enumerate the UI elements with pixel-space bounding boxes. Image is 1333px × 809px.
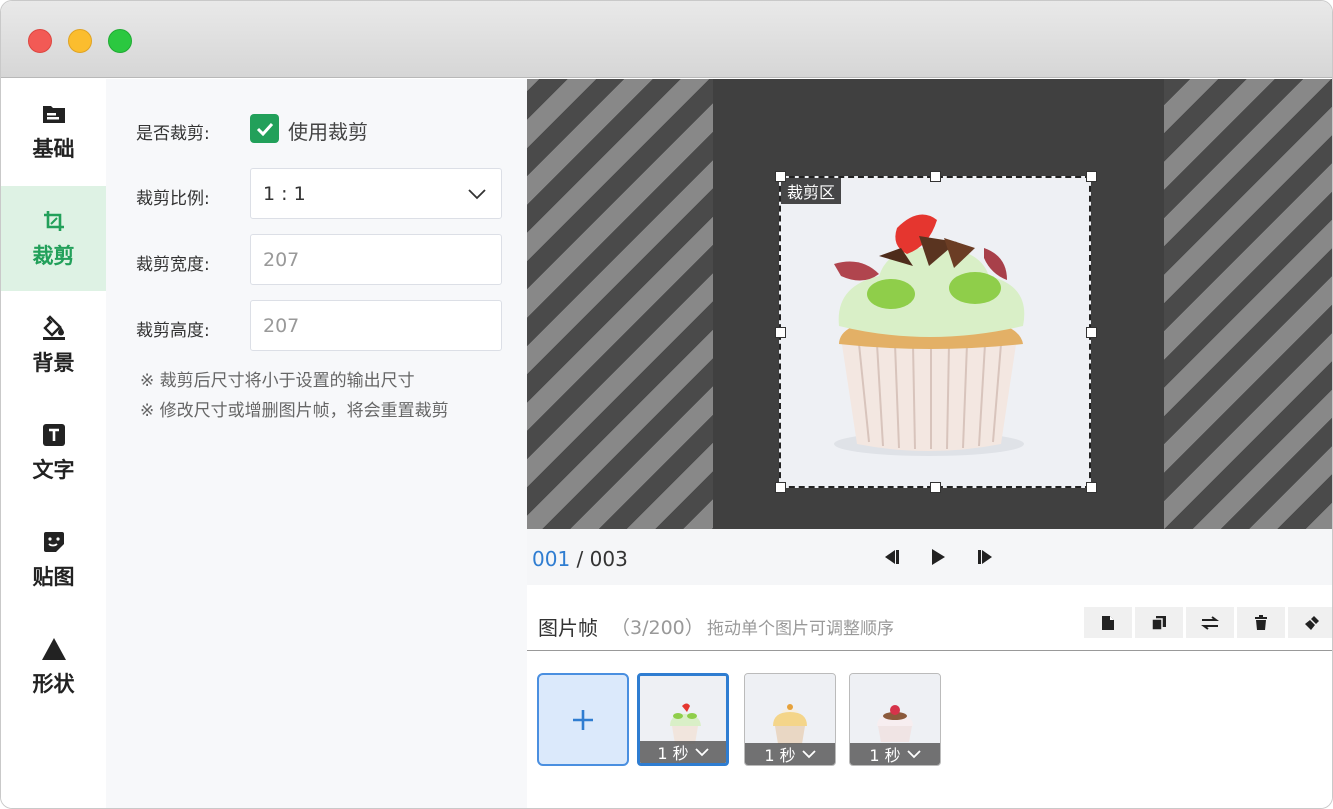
paint-bucket-icon: [41, 314, 67, 341]
sidebar-item-label: 基础: [32, 136, 75, 161]
frame-duration-value: 1 秒: [764, 746, 796, 765]
sidebar-item-label: 背景: [32, 350, 75, 375]
chevron-down-icon: [907, 749, 921, 758]
chevron-down-icon: [802, 749, 816, 758]
crop-handle-bottom[interactable]: [930, 482, 941, 493]
sidebar: 基础 裁剪 背景 文字 贴图 形状: [1, 79, 106, 808]
sidebar-item-label: 文字: [32, 457, 75, 482]
check-icon: [256, 122, 273, 136]
title-bar: [1, 1, 1332, 78]
app-window: 基础 裁剪 背景 文字 贴图 形状 是否裁剪: 使用裁剪 裁剪比例: 1: 1…: [0, 0, 1333, 809]
crop-settings-panel: 是否裁剪: 使用裁剪 裁剪比例: 1 : 1 裁剪宽度: 207 裁剪高度: 2…: [106, 79, 527, 808]
frame-counter: 001 / 003: [532, 547, 628, 571]
crop-toggle-label: 是否裁剪:: [136, 124, 210, 144]
duplicate-frame-button[interactable]: [1135, 607, 1183, 638]
crop-icon: [41, 208, 67, 234]
frame-duration-select[interactable]: 1 秒: [745, 743, 835, 765]
delete-frame-button[interactable]: [1237, 607, 1285, 638]
crop-handle-bottom-left[interactable]: [775, 482, 786, 493]
maximize-window-button[interactable]: [108, 29, 132, 53]
crop-handle-top-left[interactable]: [775, 171, 786, 182]
crop-height-value: 207: [263, 314, 300, 337]
sidebar-item-background[interactable]: 背景: [1, 293, 106, 398]
crop-note-1: ※ 裁剪后尺寸将小于设置的输出尺寸: [140, 371, 415, 391]
swap-frames-button[interactable]: [1186, 607, 1234, 638]
frame-thumbnail[interactable]: 1 秒: [744, 673, 836, 766]
swap-icon: [1201, 615, 1219, 630]
use-crop-checkbox[interactable]: [250, 114, 279, 143]
copy-icon: [1151, 615, 1166, 631]
frame-duration-value: 1 秒: [657, 744, 689, 763]
crop-handle-bottom-right[interactable]: [1086, 482, 1097, 493]
crop-handle-left[interactable]: [775, 327, 786, 338]
frame-duration-select[interactable]: 1 秒: [640, 741, 726, 763]
triangle-icon: [41, 636, 67, 662]
crop-width-input[interactable]: 207: [250, 234, 502, 285]
crop-height-label: 裁剪高度:: [136, 321, 210, 341]
crop-handle-top-right[interactable]: [1086, 171, 1097, 182]
next-frame-button[interactable]: [974, 545, 998, 569]
sidebar-item-label: 裁剪: [32, 243, 75, 268]
crop-note-2: ※ 修改尺寸或增删图片帧，将会重置裁剪: [140, 401, 449, 421]
trash-icon: [1255, 614, 1267, 630]
frame-thumbnail[interactable]: 1 秒: [637, 673, 729, 766]
previous-frame-button[interactable]: [879, 545, 903, 569]
close-window-button[interactable]: [28, 29, 52, 53]
playback-controls: 001 / 003: [527, 529, 1332, 585]
crop-frame[interactable]: [779, 176, 1091, 488]
folder-icon: [41, 101, 67, 127]
sidebar-item-sticker[interactable]: 贴图: [1, 507, 106, 612]
use-crop-label: 使用裁剪: [288, 120, 368, 144]
chevron-down-icon: [468, 188, 486, 199]
crop-area-label: 裁剪区: [781, 178, 842, 204]
frames-count: （3/200）: [611, 617, 704, 639]
current-frame: 001: [532, 547, 571, 571]
crop-handle-top[interactable]: [930, 171, 941, 182]
step-back-icon: [885, 550, 899, 564]
sidebar-item-basic[interactable]: 基础: [1, 79, 106, 184]
frames-title: 图片帧: [538, 616, 598, 640]
frame-thumbnail[interactable]: 1 秒: [849, 673, 941, 766]
new-frame-button[interactable]: [1084, 607, 1132, 638]
sidebar-item-label: 形状: [32, 671, 75, 696]
file-icon: [1102, 615, 1114, 630]
crop-handle-right[interactable]: [1086, 327, 1097, 338]
clear-frames-button[interactable]: [1288, 607, 1332, 638]
crop-ratio-value: 1 : 1: [263, 182, 306, 205]
frames-hint: 拖动单个图片可调整顺序: [707, 619, 894, 639]
text-icon: [41, 422, 67, 448]
play-icon: [932, 549, 945, 565]
plus-icon: [573, 709, 593, 730]
broom-icon: [1305, 615, 1319, 630]
chevron-down-icon: [695, 747, 709, 756]
crop-ratio-select[interactable]: 1 : 1: [250, 168, 502, 219]
crop-width-value: 207: [263, 248, 300, 271]
frame-separator: /: [570, 547, 590, 571]
frame-duration-select[interactable]: 1 秒: [850, 743, 940, 765]
sidebar-item-text[interactable]: 文字: [1, 400, 106, 505]
sticker-icon: [41, 529, 67, 555]
frames-divider: [527, 650, 1332, 651]
frame-duration-value: 1 秒: [869, 746, 901, 765]
frames-panel: 图片帧 （3/200） 拖动单个图片可调整顺序 1 秒 1 秒 1 秒: [527, 585, 1332, 808]
step-forward-icon: [978, 550, 992, 564]
minimize-window-button[interactable]: [68, 29, 92, 53]
sidebar-item-label: 贴图: [32, 564, 75, 589]
crop-ratio-label: 裁剪比例:: [136, 189, 210, 209]
crop-width-label: 裁剪宽度:: [136, 255, 210, 275]
crop-height-input[interactable]: 207: [250, 300, 502, 351]
add-frame-button[interactable]: [537, 673, 629, 766]
sidebar-item-shape[interactable]: 形状: [1, 614, 106, 719]
sidebar-item-crop[interactable]: 裁剪: [1, 186, 106, 291]
total-frames: 003: [589, 547, 628, 571]
preview-area: 裁剪区: [527, 79, 1332, 529]
play-button[interactable]: [926, 545, 950, 569]
